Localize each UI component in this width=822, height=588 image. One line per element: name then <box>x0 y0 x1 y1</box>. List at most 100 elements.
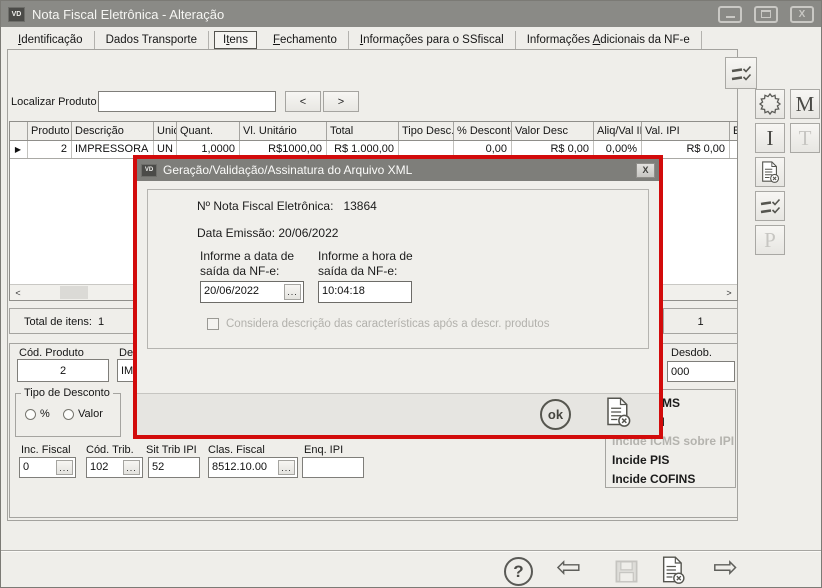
dialog-close-button[interactable]: X <box>636 163 655 178</box>
seal-icon <box>758 92 782 116</box>
p-button-disabled: P <box>755 225 785 255</box>
discard-xml-button[interactable] <box>659 554 687 588</box>
characteristics-checkbox-row[interactable]: Considera descrição das características … <box>207 318 549 330</box>
cod-trib-input[interactable]: 102 ... <box>86 457 143 478</box>
column-header-unid: Unid <box>154 122 177 140</box>
nf-number-value: 13864 <box>343 199 376 213</box>
check-items-button[interactable] <box>755 191 785 221</box>
characteristics-checkbox-label: Considera descrição das características … <box>226 318 549 330</box>
desdob-label: Desdob. <box>671 347 712 359</box>
minimize-icon <box>726 16 735 18</box>
scroll-right-button[interactable]: > <box>721 285 737 300</box>
maximize-button[interactable] <box>754 6 778 23</box>
clas-fiscal-lookup-button[interactable]: ... <box>278 460 295 475</box>
scrollbar-thumb[interactable] <box>60 286 88 299</box>
exit-date-calendar-button[interactable]: ... <box>284 284 301 300</box>
column-header-valor-desc: Valor Desc <box>512 122 594 140</box>
inc-fiscal-lookup-button[interactable]: ... <box>56 460 73 475</box>
seal-button[interactable] <box>755 89 785 119</box>
m-button[interactable]: M <box>790 89 820 119</box>
exit-date-value: 20/06/2022 <box>204 285 259 297</box>
help-button[interactable]: ? <box>504 557 533 586</box>
document-x-icon <box>659 554 687 586</box>
inc-fiscal-label: Inc. Fiscal <box>21 444 71 456</box>
i-button[interactable]: I <box>755 123 785 153</box>
sit-trib-ipi-label: Sit Trib IPI <box>146 444 197 456</box>
emission-date-label: Data Emissão: <box>197 226 275 240</box>
characteristics-checkbox[interactable] <box>207 318 219 330</box>
cancel-xml-button[interactable] <box>603 395 633 434</box>
app-icon: VD <box>8 7 25 22</box>
inc-fiscal-value: 0 <box>23 461 29 473</box>
next-record-button[interactable]: ⇨ <box>713 553 738 583</box>
find-next-button[interactable]: > <box>323 91 359 112</box>
column-header-descricao: Descrição <box>72 122 154 140</box>
save-icon <box>613 558 640 585</box>
exit-time-input[interactable]: 10:04:18 <box>318 281 412 303</box>
radio-percent[interactable]: % <box>25 408 50 420</box>
column-header-cut: E <box>730 122 738 140</box>
arrow-left-icon: ⇦ <box>556 550 581 585</box>
p-letter: P <box>764 230 776 251</box>
incide-line-3: Incide PIS <box>612 451 735 470</box>
column-header-val-ipi: Val. IPI <box>642 122 730 140</box>
column-header-selector <box>10 122 28 140</box>
exit-date-input[interactable]: 20/06/2022 ... <box>200 281 304 303</box>
validate-items-button[interactable] <box>725 57 757 89</box>
tab-itens[interactable]: Itens <box>214 31 257 49</box>
cod-trib-lookup-button[interactable]: ... <box>123 460 140 475</box>
t-letter: T <box>799 128 812 149</box>
exit-time-value: 10:04:18 <box>322 285 365 297</box>
title-bar: VD Nota Fiscal Eletrônica - Alteração X <box>1 1 821 27</box>
find-prev-button[interactable]: < <box>285 91 321 112</box>
tab-dados-transporte[interactable]: Dados Transporte <box>95 31 209 49</box>
column-header-tipo-desc: Tipo Desc. <box>399 122 454 140</box>
scroll-left-button[interactable]: < <box>10 285 26 300</box>
arrow-right-icon: ⇨ <box>713 550 738 585</box>
row-selector[interactable]: ▶ <box>10 141 28 158</box>
window-title: Nota Fiscal Eletrônica - Alteração <box>32 7 706 22</box>
inc-fiscal-input[interactable]: 0 ... <box>19 457 76 478</box>
radio-valor-label: Valor <box>78 408 103 420</box>
save-button-disabled <box>613 558 640 588</box>
cell-cut[interactable] <box>730 141 738 158</box>
dialog-title-bar: VD Geração/Validação/Assinatura do Arqui… <box>137 159 659 181</box>
tab-informacoes-ssfiscal[interactable]: Informações para o SSfiscal <box>349 31 516 49</box>
localizar-produto-label: Localizar Produto <box>11 96 97 108</box>
cell-produto[interactable]: 2 <box>28 141 72 158</box>
ok-button[interactable]: ok <box>540 399 571 430</box>
tab-fechamento[interactable]: Fechamento <box>262 31 349 49</box>
clas-fiscal-input[interactable]: 8512.10.00 ... <box>208 457 298 478</box>
m-letter: M <box>796 94 815 115</box>
total-items-value: 1 <box>98 316 104 328</box>
check-list-icon <box>729 63 753 83</box>
tab-informacoes-adicionais-nfe[interactable]: Informações Adicionais da NF-e <box>516 31 702 49</box>
column-header-produto: Produto <box>28 122 72 140</box>
current-item-box: 1 <box>663 308 738 334</box>
cod-produto-input[interactable] <box>17 359 109 382</box>
cod-produto-label: Cód. Produto <box>19 347 84 359</box>
desdob-input[interactable] <box>667 361 735 382</box>
sit-trib-ipi-input[interactable]: 52 <box>148 457 200 478</box>
previous-record-button[interactable]: ⇦ <box>556 553 581 583</box>
dialog-button-bar <box>137 393 659 435</box>
column-header-aliq-val-ipi: Aliq/Val IP <box>594 122 642 140</box>
dialog-app-icon: VD <box>141 164 157 177</box>
clas-fiscal-value: 8512.10.00 <box>212 461 267 473</box>
tab-identificacao[interactable]: Identificação <box>7 31 95 49</box>
help-icon: ? <box>513 562 523 582</box>
sit-trib-ipi-value: 52 <box>152 461 164 473</box>
clas-fiscal-label: Clas. Fiscal <box>208 444 265 456</box>
enq-ipi-label: Enq. IPI <box>304 444 343 456</box>
discard-item-button[interactable] <box>755 157 785 187</box>
document-x-icon <box>603 395 633 429</box>
t-button-disabled: T <box>790 123 820 153</box>
tab-strip: IdentificaçãoDados Transporte Itens Fecham… <box>7 29 702 50</box>
close-button[interactable]: X <box>790 6 814 23</box>
localizar-produto-input[interactable] <box>98 91 276 112</box>
enq-ipi-input[interactable] <box>302 457 364 478</box>
minimize-button[interactable] <box>718 6 742 23</box>
ok-icon: ok <box>548 407 563 422</box>
radio-valor[interactable]: Valor <box>63 408 103 420</box>
column-header-total: Total <box>327 122 399 140</box>
